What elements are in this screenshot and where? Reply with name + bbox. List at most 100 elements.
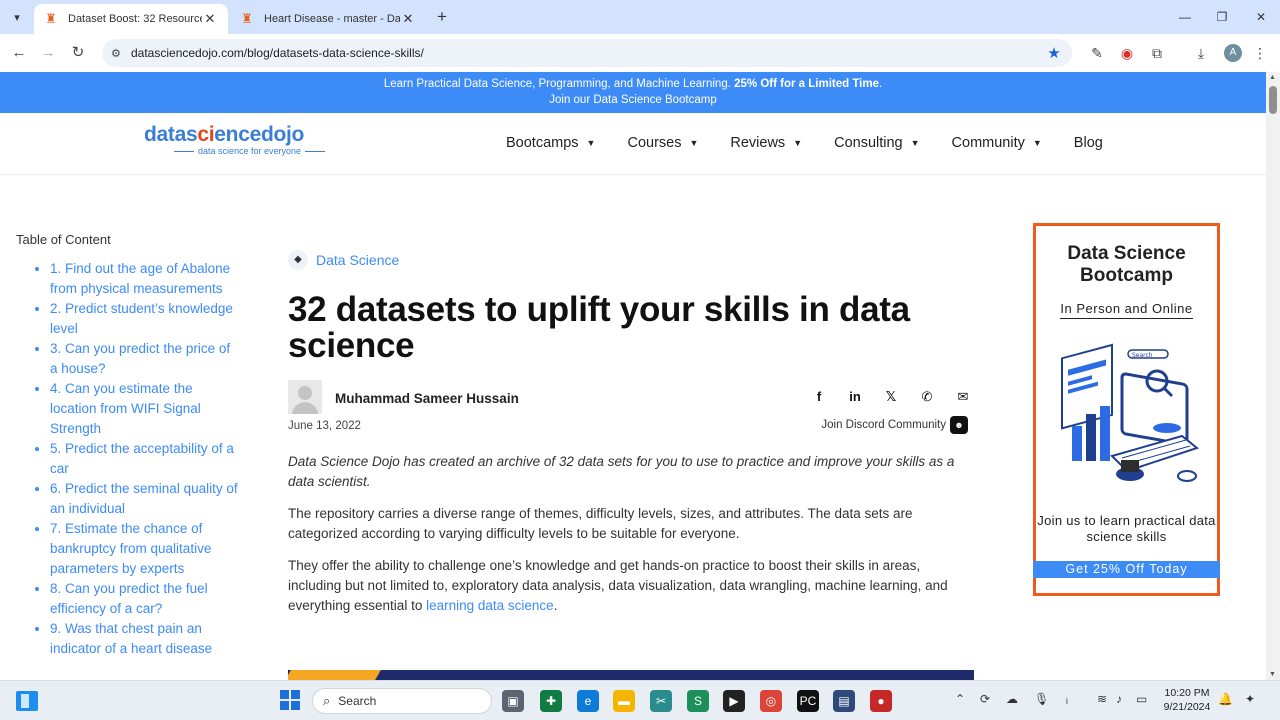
promo-banner[interactable]: Learn Practical Data Science, Programmin… <box>0 72 1266 113</box>
nav-item-community[interactable]: Community ▼ <box>952 135 1042 151</box>
author-avatar[interactable] <box>288 380 322 414</box>
toc-list: 1. Find out the age of Abalone from phys… <box>50 259 241 659</box>
tab-title: Heart Disease - master - Data Sc <box>264 13 400 25</box>
edge-icon[interactable]: e <box>577 690 599 712</box>
more-menu-icon[interactable]: ⋮ <box>1250 43 1270 63</box>
tool-icon[interactable]: ✂ <box>650 690 672 712</box>
linkedin-icon[interactable]: in <box>844 386 866 408</box>
forward-button[interactable]: → <box>37 42 59 64</box>
toc-item[interactable]: 9. Was that chest pain an indicator of a… <box>50 619 241 659</box>
promo-line-1: Learn Practical Data Science, Programmin… <box>0 76 1266 92</box>
discord-link[interactable]: Join Discord Community ☻ <box>821 416 968 434</box>
url-text[interactable]: datasciencedojo.com/blog/datasets-data-s… <box>131 46 1044 60</box>
nav-item-bootcamps[interactable]: Bootcamps ▼ <box>506 135 595 151</box>
clock-time: 10:20 PM <box>1164 687 1210 699</box>
chevron-down-icon: ▼ <box>586 138 596 148</box>
site-header: datasciencedojo data science for everyon… <box>0 113 1266 175</box>
toc-item[interactable]: 7. Estimate the chance of bankruptcy fro… <box>50 519 241 579</box>
file-explorer-icon[interactable]: ▬ <box>613 690 635 712</box>
get-25-off-button[interactable]: Get 25% Off Today <box>1033 561 1220 578</box>
article-paragraph: The repository carries a diverse range o… <box>288 506 913 541</box>
computer-illustration: Search <box>1061 343 1200 482</box>
extensions-puzzle-icon[interactable]: ⧉ <box>1147 43 1167 63</box>
notification-bell-icon[interactable]: 🔔 <box>1218 692 1233 706</box>
share-buttons: f in 𝕏 ✆ ✉ <box>794 386 974 408</box>
bootcamp-ad[interactable]: Data Science Bootcamp In Person and Onli… <box>1033 223 1220 596</box>
scroll-up-icon[interactable]: ▲ <box>1269 74 1276 81</box>
main-navigation: Bootcamps ▼ Courses ▼ Reviews ▼ Consulting ▼… <box>506 135 1135 151</box>
chrome-icon[interactable]: ◎ <box>760 690 782 712</box>
table-of-contents: Table of Content 1. Find out the age of … <box>16 232 241 659</box>
page-scrollbar[interactable]: ▲ ▼ <box>1266 72 1280 680</box>
media-player-icon[interactable]: ▶ <box>723 690 745 712</box>
download-icon[interactable]: ⤓ <box>1191 43 1211 63</box>
article-title: 32 datasets to uplift your skills in dat… <box>288 290 910 365</box>
scroll-down-icon[interactable]: ▼ <box>1269 671 1276 678</box>
microphone-icon[interactable]: 🎙 <box>1034 692 1049 706</box>
article: ◆ Data Science 32 datasets to uplift you… <box>288 250 974 628</box>
volume-icon[interactable]: ♪ <box>1116 692 1122 706</box>
article-hero-image <box>288 670 974 680</box>
profile-avatar[interactable]: A <box>1224 44 1242 62</box>
whatsapp-icon[interactable]: ✆ <box>916 386 938 408</box>
windows-start-icon[interactable] <box>280 690 300 710</box>
nav-item-courses[interactable]: Courses ▼ <box>627 135 698 151</box>
cloud-icon[interactable]: ☁ <box>1006 692 1018 706</box>
category-label: Data Science <box>316 252 400 268</box>
toc-item[interactable]: 3. Can you predict the price of a house? <box>50 339 241 379</box>
sync-icon[interactable]: ⟳ <box>980 692 990 706</box>
task-view-icon[interactable]: ▣ <box>502 690 524 712</box>
nav-item-reviews[interactable]: Reviews ▼ <box>730 135 802 151</box>
toc-item[interactable]: 2. Predict student’s knowledge level <box>50 299 241 339</box>
minimize-button[interactable]: — <box>1170 7 1200 27</box>
author-name[interactable]: Muhammad Sameer Hussain <box>335 391 519 406</box>
logo-tagline: data science for everyone <box>170 146 309 156</box>
app-icon[interactable]: ✚ <box>540 690 562 712</box>
tab-heart-disease[interactable]: ♜ Heart Disease - master - Data Sc ✕ <box>230 4 426 34</box>
nav-item-blog[interactable]: Blog <box>1074 135 1103 151</box>
system-clock[interactable]: 10:20 PM 9/21/2024 <box>1160 686 1214 714</box>
site-info-icon[interactable]: ⚙ <box>111 47 127 60</box>
x-icon[interactable]: 𝕏 <box>880 386 902 408</box>
copilot-icon[interactable]: ✦ <box>1245 692 1255 706</box>
app-window-icon[interactable]: ▤ <box>833 690 855 712</box>
maximize-button[interactable]: ❐ <box>1207 7 1237 27</box>
pokeball-extension-icon[interactable]: ◉ <box>1117 43 1137 63</box>
language-icon[interactable]: ᵢ <box>1066 692 1068 706</box>
wifi-icon[interactable]: ≋ <box>1097 692 1107 706</box>
taskbar-search-box[interactable]: ⌕ Search <box>312 688 492 714</box>
facebook-icon[interactable]: f <box>808 386 830 408</box>
email-icon[interactable]: ✉ <box>952 386 974 408</box>
battery-icon[interactable]: ▭ <box>1136 692 1147 706</box>
chevron-up-icon[interactable]: ⌃ <box>955 692 965 706</box>
close-tab-icon[interactable]: ✕ <box>202 11 218 27</box>
promo-bootcamp-link[interactable]: Join our Data Science Bootcamp <box>0 92 1266 108</box>
eyedropper-extension-icon[interactable]: ✎ <box>1087 43 1107 63</box>
bookmark-star-icon[interactable]: ★ <box>1044 44 1064 62</box>
back-button[interactable]: ← <box>8 42 30 64</box>
address-bar[interactable]: ⚙ datasciencedojo.com/blog/datasets-data… <box>102 39 1072 67</box>
window-close-button[interactable]: ✕ <box>1246 7 1276 27</box>
toc-item[interactable]: 4. Can you estimate the location from WI… <box>50 379 241 439</box>
new-tab-button[interactable]: + <box>432 7 452 27</box>
tab-title: Dataset Boost: 32 Resources for <box>68 13 202 25</box>
chevron-down-icon: ▼ <box>910 138 920 148</box>
widgets-icon[interactable] <box>16 691 38 711</box>
close-tab-icon[interactable]: ✕ <box>400 11 416 27</box>
promo-period: . <box>878 78 883 90</box>
tab-search-icon[interactable]: ▾ <box>6 6 28 28</box>
reload-button[interactable]: ↻ <box>67 42 89 64</box>
pycharm-icon[interactable]: PC <box>797 690 819 712</box>
sublime-icon[interactable]: S <box>687 690 709 712</box>
toc-item[interactable]: 5. Predict the acceptability of a car <box>50 439 241 479</box>
site-logo[interactable]: datasciencedojo data science for everyon… <box>144 123 309 163</box>
learning-data-science-link[interactable]: learning data science <box>426 598 554 613</box>
tab-dataset-boost[interactable]: ♜ Dataset Boost: 32 Resources for ✕ <box>34 4 228 34</box>
toc-item[interactable]: 6. Predict the seminal quality of an ind… <box>50 479 241 519</box>
toc-item[interactable]: 1. Find out the age of Abalone from phys… <box>50 259 241 299</box>
scrollbar-thumb[interactable] <box>1269 86 1277 114</box>
recorder-icon[interactable]: ● <box>870 690 892 712</box>
nav-item-consulting[interactable]: Consulting ▼ <box>834 135 919 151</box>
category-link[interactable]: ◆ Data Science <box>288 250 974 270</box>
toc-item[interactable]: 8. Can you predict the fuel efficiency o… <box>50 579 241 619</box>
